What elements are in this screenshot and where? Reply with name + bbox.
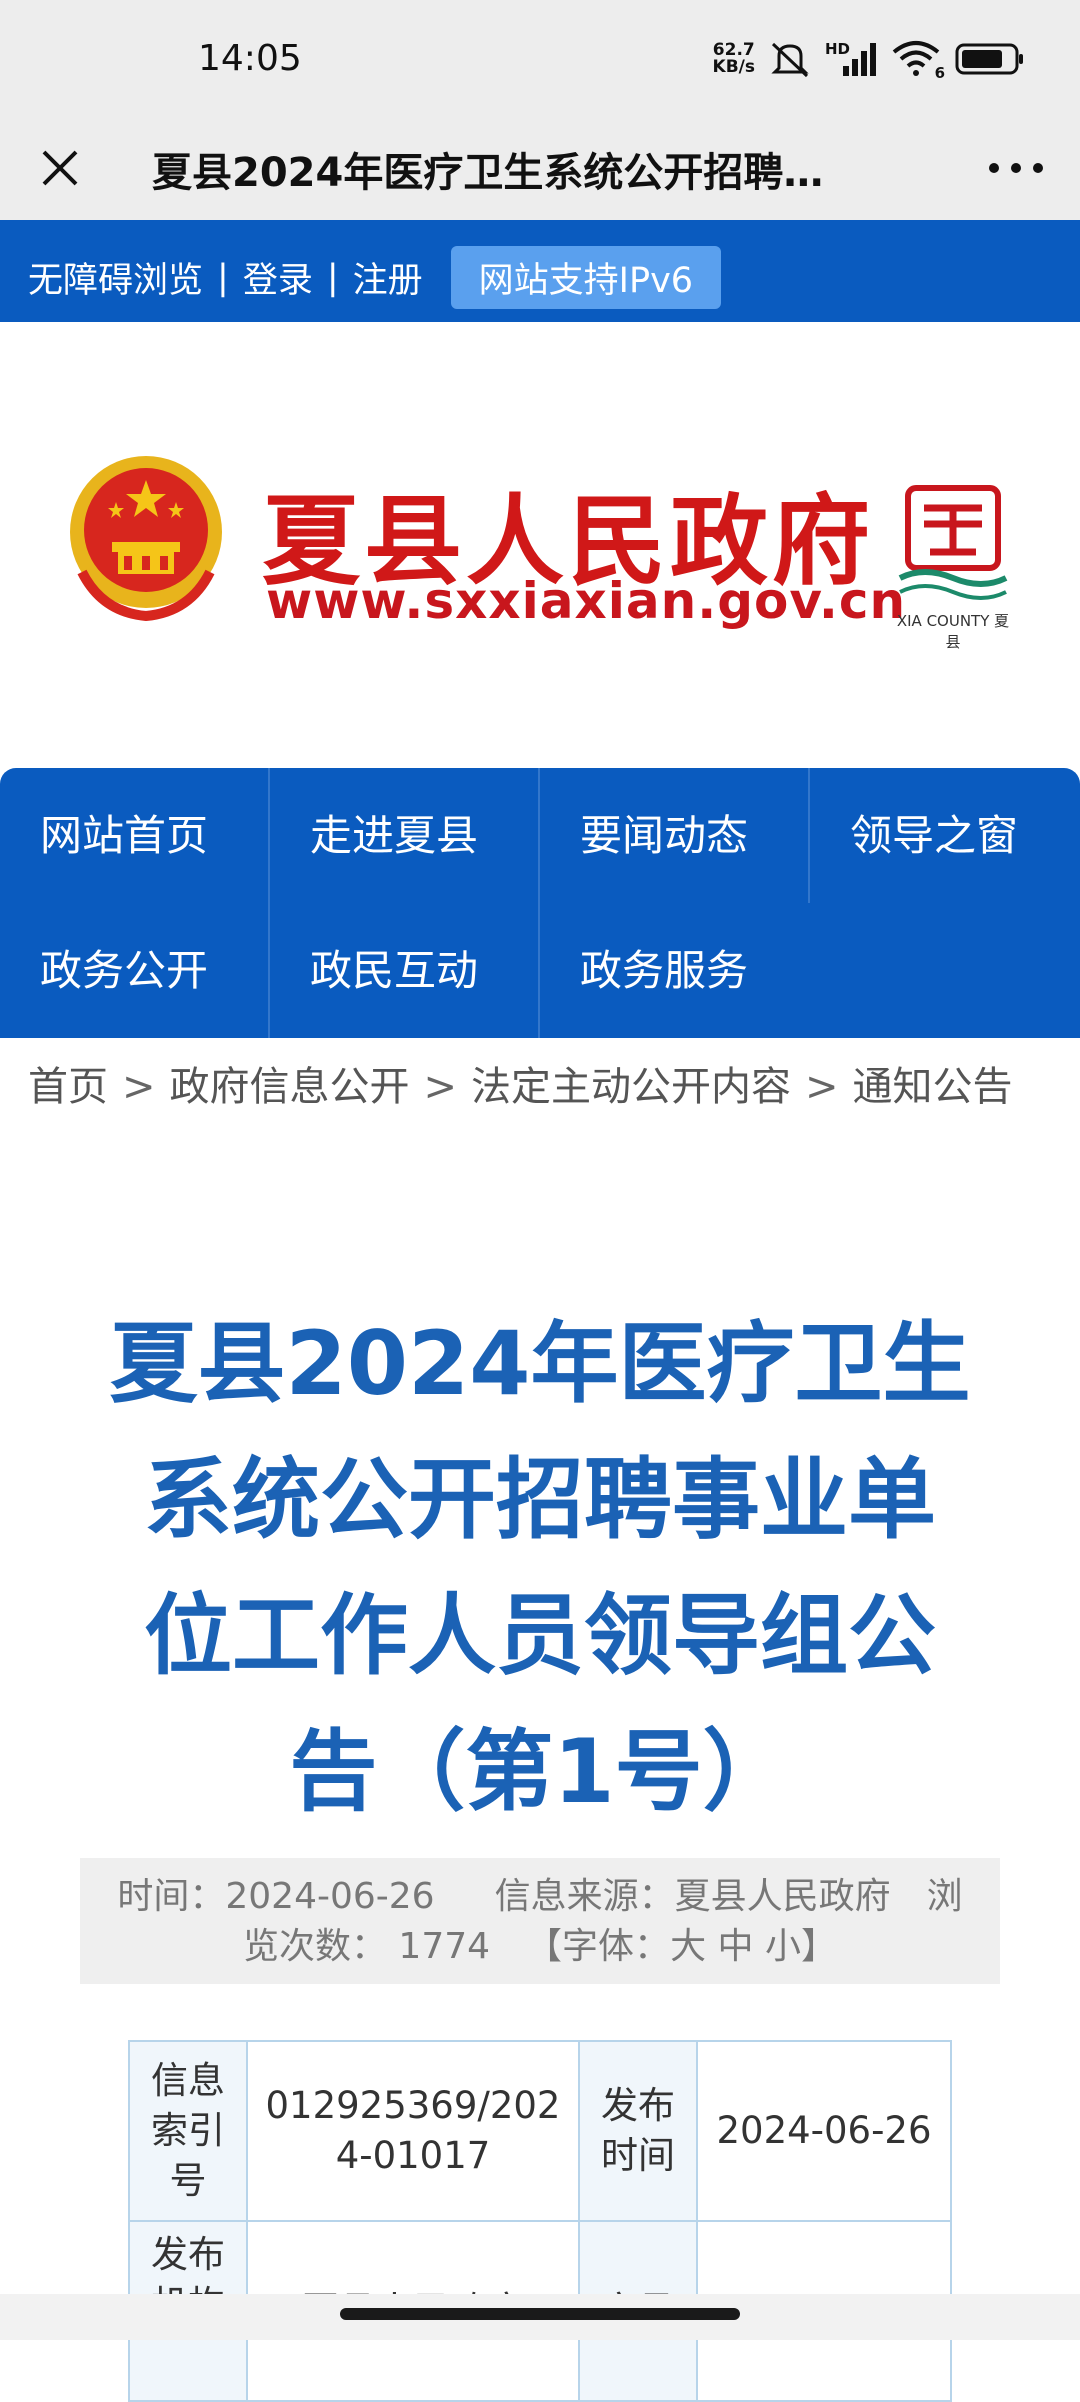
nav-divider [538,768,540,1038]
table-row: 信息索引号 012925369/2024-01017 发布时间 2024-06-… [128,2040,952,2222]
separator: | [217,257,229,298]
font-size-large[interactable]: 大 [670,1926,706,1967]
nav-item-home[interactable]: 网站首页 [0,768,270,903]
meta-source-label: 信息来源： [494,1876,675,1917]
county-logo-icon [898,485,1008,600]
login-link[interactable]: 登录 [243,252,313,303]
nav-divider [268,768,270,1038]
close-icon[interactable] [28,136,92,200]
article-title: 夏县2024年医疗卫生 系统公开招聘事业单 位工作人员领导组公 告（第1号） [60,1296,1020,1840]
article-title-line: 告（第1号） [289,1720,791,1823]
accessibility-link[interactable]: 无障碍浏览 [28,252,203,303]
breadcrumb-home[interactable]: 首页 [28,1064,108,1110]
wifi-label: 6 [934,64,945,82]
mute-icon [771,42,809,78]
browser-title-bar: 夏县2024年医疗卫生系统公开招聘… [0,118,1080,220]
gesture-bar [0,2294,1080,2340]
article-title-line: 夏县2024年医疗卫生 [109,1312,971,1415]
ipv6-badge[interactable]: 网站支持IPv6 [450,246,722,309]
breadcrumb-sep: > [423,1064,458,1110]
font-size-medium[interactable]: 中 [718,1926,754,1967]
meta-time-value: 2024-06-26 [225,1876,435,1917]
article-meta: 时间：2024-06-26 信息来源：夏县人民政府浏 览次数： 1774 【字体：大… [80,1858,1000,1984]
publish-time-value: 2024-06-26 [696,2040,952,2222]
more-icon[interactable] [980,136,1052,200]
national-emblem-icon [70,456,222,622]
nav-item-leaders[interactable]: 领导之窗 [810,768,1080,903]
site-url[interactable]: www.sxxiaxian.gov.cn [266,572,906,630]
county-logo: XIA COUNTY 夏县 [894,482,1012,651]
meta-views-label-part: 浏 [926,1876,963,1917]
font-size-close: 】 [801,1926,838,1967]
battery-icon [955,43,1023,75]
info-table: 信息索引号 012925369/2024-01017 发布时间 2024-06-… [128,2040,952,2402]
net-speed-unit: KB/s [712,57,755,77]
separator: | [326,257,339,298]
index-number-value: 012925369/2024-01017 [246,2040,580,2222]
register-link[interactable]: 注册 [353,252,423,303]
nav-item-news[interactable]: 要闻动态 [540,768,810,903]
status-icons: 62.7 KB/s HD 6 [713,40,1025,82]
wifi-icon: 6 [891,40,945,82]
article-title-line: 系统公开招聘事业单 [143,1448,936,1551]
home-indicator[interactable] [340,2308,740,2320]
nav-item-interaction[interactable]: 政民互动 [270,903,540,1038]
breadcrumb-sep: > [122,1064,156,1110]
status-bar: 14:05 62.7 KB/s HD 6 [0,0,1080,118]
article-title-line: 位工作人员领导组公 [143,1584,936,1687]
nav-item-services[interactable]: 政务服务 [540,903,810,1038]
breadcrumb-legal-content[interactable]: 法定主动公开内容 [471,1064,791,1110]
top-utility-bar: 无障碍浏览 | 登录 | 注册 网站支持IPv6 [0,220,1080,322]
net-speed: 62.7 KB/s [713,42,755,76]
meta-time-label: 时间： [117,1876,226,1917]
meta-source-value: 夏县人民政府 [674,1876,891,1917]
nav-divider [808,768,810,903]
nav-item-gov-affairs[interactable]: 政务公开 [0,903,270,1038]
breadcrumb-notices[interactable]: 通知公告 [853,1064,1013,1110]
publish-time-label: 发布时间 [578,2040,698,2222]
font-size-small[interactable]: 小 [765,1926,801,1967]
county-logo-text: XIA COUNTY 夏县 [896,612,1010,651]
main-nav: 网站首页 走进夏县 要闻动态 领导之窗 政务公开 政民互动 政务服务 [0,768,1080,1038]
site-header: 夏县人民政府 www.sxxiaxian.gov.cn XIA COUNTY 夏… [0,322,1080,768]
breadcrumb-sep: > [805,1064,839,1110]
breadcrumb-gov-info[interactable]: 政府信息公开 [170,1064,410,1110]
status-time: 14:05 [198,38,302,79]
breadcrumb: 首页 > 政府信息公开 > 法定主动公开内容 > 通知公告 [28,1054,1013,1112]
meta-views-value: 1774 [398,1926,491,1967]
font-size-open: 【字体： [526,1926,671,1967]
nav-item-about[interactable]: 走进夏县 [270,768,540,903]
signal-icon: HD [825,40,877,78]
meta-views-label: 览次数： [242,1926,387,1967]
page-title: 夏县2024年医疗卫生系统公开招聘… [152,150,824,196]
index-number-label: 信息索引号 [128,2040,248,2222]
